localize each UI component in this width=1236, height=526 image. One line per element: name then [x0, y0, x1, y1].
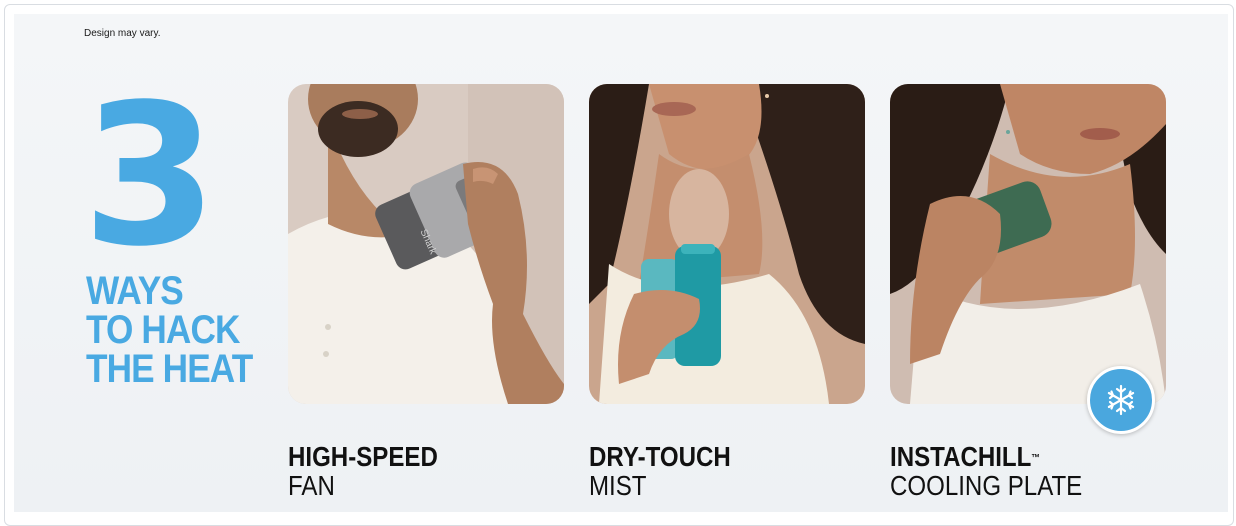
woman-misting-image: [589, 84, 865, 404]
feature-title-with-tm: INSTACHILL™: [890, 442, 1082, 471]
feature-label-cooling-plate: INSTACHILL™ COOLING PLATE: [890, 442, 1114, 500]
hero-line-3: THE HEAT: [86, 347, 253, 391]
feature-label-mist: DRY-TOUCH MIST: [589, 442, 754, 500]
hero-line-1: WAYS: [86, 269, 184, 313]
feature-subtitle: FAN: [288, 470, 335, 501]
feature-subtitle: COOLING PLATE: [890, 470, 1083, 501]
feature-label-fan: HIGH-SPEED FAN: [288, 442, 462, 500]
woman-cooling-plate-image: [890, 84, 1166, 404]
trademark-symbol: ™: [1031, 453, 1040, 464]
feature-subtitle: MIST: [589, 470, 647, 501]
hero-line-2: TO HACK: [86, 308, 240, 352]
hero-headline: WAYS TO HACK THE HEAT: [86, 269, 275, 391]
promo-banner: Design may vary. 3 WAYS TO HACK THE HEAT: [14, 14, 1228, 512]
mist-image: [589, 84, 865, 404]
hero-number: 3: [82, 62, 218, 289]
feature-title: DRY-TOUCH: [589, 441, 731, 472]
fan-image: Shark: [288, 84, 564, 404]
feature-title: INSTACHILL: [890, 441, 1032, 472]
snowflake-badge: [1087, 366, 1155, 434]
design-note: Design may vary.: [84, 28, 161, 39]
feature-title: HIGH-SPEED: [288, 441, 438, 472]
snowflake-icon: [1107, 384, 1135, 416]
cooling-plate-image: [890, 84, 1166, 404]
man-holding-fan-image: Shark: [288, 84, 564, 404]
